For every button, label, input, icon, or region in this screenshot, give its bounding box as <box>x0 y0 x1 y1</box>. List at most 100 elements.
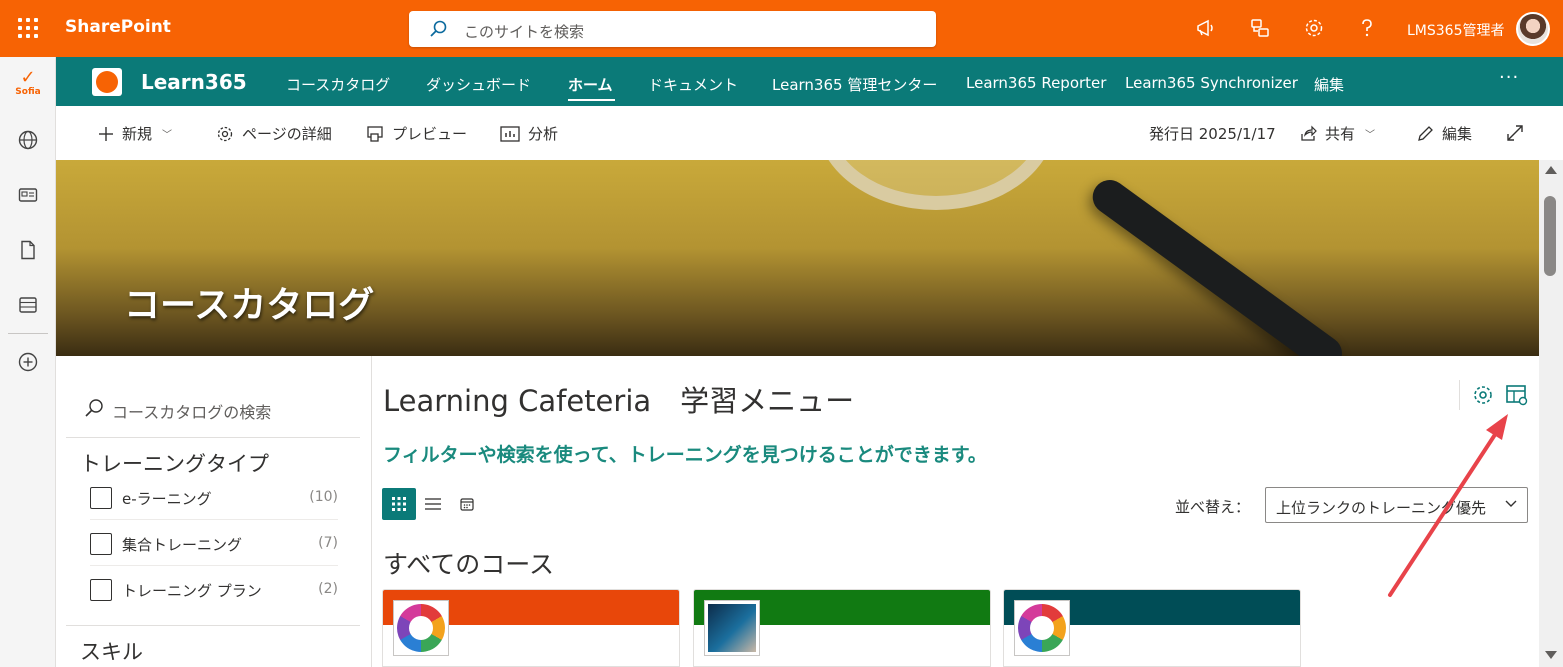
list-icon <box>425 498 441 510</box>
chevron-down-icon: ﹀ <box>162 130 173 141</box>
plus-icon <box>99 126 113 141</box>
filter-option-classroom[interactable]: 集合トレーニング (7) <box>90 522 338 566</box>
sofia-label: Sofia <box>15 87 41 97</box>
page-scrollbar[interactable] <box>1539 160 1563 667</box>
analytics-label: 分析 <box>528 125 559 143</box>
course-card[interactable] <box>1003 589 1301 667</box>
list-icon[interactable] <box>17 294 39 316</box>
sharepoint-brand[interactable]: SharePoint <box>65 17 171 37</box>
preview-icon <box>367 125 383 142</box>
course-thumbnail <box>393 600 449 656</box>
filter-option-label: 集合トレーニング <box>122 536 243 554</box>
filter-option-label: トレーニング プラン <box>122 582 262 600</box>
sort-selected-value: 上位ランクのトレーニング優先 <box>1276 499 1487 517</box>
settings-gear-icon[interactable] <box>1471 383 1495 407</box>
sort-dropdown[interactable]: 上位ランクのトレーニング優先 <box>1265 487 1528 523</box>
list-view-button[interactable] <box>416 488 450 520</box>
nav-admin-center[interactable]: Learn365 管理センター <box>772 74 937 95</box>
toolbar-divider <box>1459 380 1460 410</box>
edit-label: 編集 <box>1442 125 1473 143</box>
chevron-down-icon: ﹀ <box>1365 130 1376 141</box>
analytics-button[interactable]: 分析 <box>500 123 558 144</box>
banner-title: コースカタログ <box>124 285 375 326</box>
site-name[interactable]: Learn365 <box>141 70 247 94</box>
new-label: 新規 <box>122 125 153 143</box>
feedback-icon[interactable] <box>1248 16 1272 40</box>
share-label: 共有 <box>1325 125 1356 143</box>
nav-dashboard[interactable]: ダッシュボード <box>426 74 531 95</box>
app-bar: ✓ Sofia <box>0 57 56 667</box>
layout-settings-icon[interactable] <box>1505 383 1529 407</box>
app-launcher-icon[interactable] <box>18 18 38 38</box>
scroll-thumb[interactable] <box>1544 196 1556 276</box>
nav-synchronizer[interactable]: Learn365 Synchronizer <box>1125 74 1298 92</box>
hub-navigation: Learn365 コースカタログ ダッシュボード ホーム ドキュメント Lear… <box>56 57 1563 106</box>
sofia-mark-icon: ✓ <box>20 67 36 88</box>
app-bar-divider <box>8 333 48 334</box>
nav-edit[interactable]: 編集 <box>1314 74 1344 95</box>
new-button[interactable]: 新規 ﹀ <box>98 123 172 144</box>
catalog-search-input[interactable]: コースカタログの検索 <box>84 394 334 424</box>
expand-icon[interactable] <box>1506 124 1524 142</box>
calendar-view-button[interactable] <box>450 488 484 520</box>
search-icon <box>85 399 103 417</box>
calendar-icon <box>460 498 474 511</box>
pencil-icon <box>1418 125 1433 141</box>
filter-option-label: e-ラーニング <box>122 490 212 508</box>
nav-course-catalog[interactable]: コースカタログ <box>286 74 390 95</box>
globe-icon[interactable] <box>17 129 39 151</box>
section-title: すべてのコース <box>383 550 555 579</box>
add-circle-icon[interactable] <box>17 351 39 373</box>
preview-button[interactable]: プレビュー <box>366 123 467 144</box>
suite-bar: SharePoint このサイトを検索 LMS365管理者 <box>0 0 1563 57</box>
site-search-box[interactable]: このサイトを検索 <box>409 11 936 47</box>
scroll-down-icon[interactable] <box>1545 651 1557 659</box>
share-button[interactable]: 共有 ﹀ <box>1299 123 1375 144</box>
course-card[interactable] <box>382 589 680 667</box>
webpart-title: Learning Cafeteria 学習メニュー <box>383 384 855 418</box>
course-card[interactable] <box>693 589 991 667</box>
training-type-heading: トレーニングタイプ <box>80 452 269 476</box>
skill-heading: スキル <box>80 640 143 664</box>
filter-divider <box>66 625 360 626</box>
magnifier-lens-image <box>816 160 1056 210</box>
gear-icon[interactable] <box>1302 16 1326 40</box>
user-name[interactable]: LMS365管理者 <box>1407 20 1505 40</box>
scroll-up-icon[interactable] <box>1545 166 1557 174</box>
sofia-logo[interactable]: ✓ Sofia <box>13 69 43 99</box>
help-icon[interactable] <box>1355 16 1379 40</box>
course-thumbnail <box>1014 600 1070 656</box>
nav-home[interactable]: ホーム <box>568 74 613 95</box>
filter-option-elearning[interactable]: e-ラーニング (10) <box>90 476 338 520</box>
grid-view-button[interactable] <box>382 488 416 520</box>
gear-icon <box>217 126 233 141</box>
search-icon <box>430 20 447 37</box>
search-placeholder[interactable]: このサイトを検索 <box>464 21 584 42</box>
nav-reporter[interactable]: Learn365 Reporter <box>966 74 1106 92</box>
filter-option-training-plan[interactable]: トレーニング プラン (2) <box>90 568 338 612</box>
command-bar: 新規 ﹀ ページの詳細 プレビュー 分析 発行日 2025/1/17 共有 ﹀ … <box>56 106 1563 160</box>
webpart-subtitle: フィルターや検索を使って、トレーニングを見つけることができます。 <box>383 444 987 466</box>
grid-icon <box>392 497 406 511</box>
sort-label: 並べ替え： <box>1175 498 1251 516</box>
chevron-down-icon <box>1505 500 1517 507</box>
hero-banner: コースカタログ <box>56 160 1539 356</box>
nav-active-indicator <box>568 99 615 101</box>
filter-option-count: (10) <box>309 489 338 505</box>
course-thumbnail <box>704 600 760 656</box>
page-details-label: ページの詳細 <box>242 125 332 143</box>
checkbox[interactable] <box>90 579 112 601</box>
avatar[interactable] <box>1516 12 1550 46</box>
more-icon[interactable]: ··· <box>1499 67 1519 88</box>
edit-button[interactable]: 編集 <box>1416 123 1472 144</box>
document-icon[interactable] <box>17 239 39 261</box>
learn365-logo[interactable] <box>92 68 122 96</box>
catalog-search-placeholder: コースカタログの検索 <box>112 403 272 422</box>
megaphone-icon[interactable] <box>1194 16 1218 40</box>
nav-documents[interactable]: ドキュメント <box>648 74 738 95</box>
news-icon[interactable] <box>17 184 39 206</box>
page-details-button[interactable]: ページの詳細 <box>216 123 332 144</box>
analytics-icon <box>500 125 520 142</box>
checkbox[interactable] <box>90 533 112 555</box>
checkbox[interactable] <box>90 487 112 509</box>
